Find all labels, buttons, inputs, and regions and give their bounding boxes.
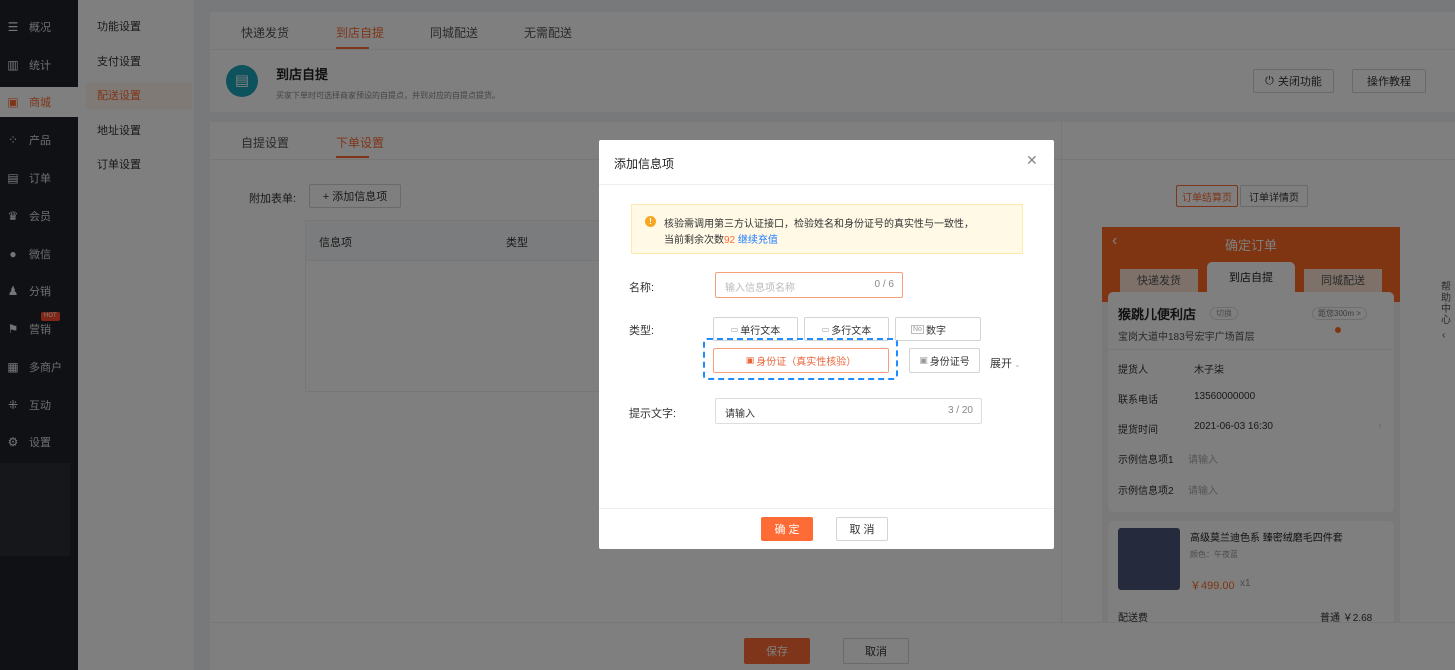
add-info-item-modal: 添加信息项 ✕ ! 核验需调用第三方认证接口，检验姓名和身份证号的真实性与一致性… — [599, 140, 1054, 549]
divider — [599, 184, 1054, 185]
type-label: 类型: — [629, 325, 655, 337]
modal-title: 添加信息项 — [614, 157, 675, 171]
hint-text-value: 请输入 — [725, 409, 755, 420]
chevron-down-icon: ⌄ — [1014, 360, 1021, 369]
textarea-icon: ▭ — [821, 324, 830, 334]
notice-line2: 当前剩余次数92 继续充值 — [664, 235, 778, 246]
number-icon: No — [911, 324, 924, 334]
type-id-number[interactable]: ▣ 身份证号 — [909, 348, 980, 373]
hint-text-input[interactable]: 请输入 3 / 20 — [715, 398, 982, 424]
name-label: 名称: — [629, 282, 655, 294]
modal-cancel-button[interactable]: 取 消 — [836, 517, 888, 541]
id-card-icon: ▣ — [919, 355, 928, 365]
notice-line1: 核验需调用第三方认证接口，检验姓名和身份证号的真实性与一致性， — [664, 219, 974, 230]
id-card-icon: ▣ — [745, 355, 755, 365]
hint-text-label: 提示文字: — [629, 408, 677, 420]
divider — [599, 508, 1054, 509]
type-number[interactable]: No 数字 — [895, 317, 981, 341]
hint-char-count: 3 / 20 — [947, 405, 973, 416]
expand-toggle[interactable]: 展开 ⌄ — [990, 355, 1021, 371]
remaining-count: 92 — [724, 235, 736, 246]
text-field-icon: ▭ — [730, 324, 739, 334]
recharge-link[interactable]: 继续充值 — [738, 235, 778, 246]
name-placeholder: 输入信息项名称 — [725, 283, 795, 294]
type-id-card-verification[interactable]: ▣ 身份证（真实性核验） — [713, 348, 889, 373]
warning-icon: ! — [645, 216, 656, 227]
close-icon[interactable]: ✕ — [1026, 152, 1038, 169]
name-input[interactable]: 输入信息项名称 0 / 6 — [715, 272, 903, 298]
name-char-count: 0 / 6 — [874, 279, 894, 290]
notice-banner: ! 核验需调用第三方认证接口，检验姓名和身份证号的真实性与一致性， 当前剩余次数… — [631, 204, 1023, 254]
confirm-button[interactable]: 确 定 — [761, 517, 813, 541]
